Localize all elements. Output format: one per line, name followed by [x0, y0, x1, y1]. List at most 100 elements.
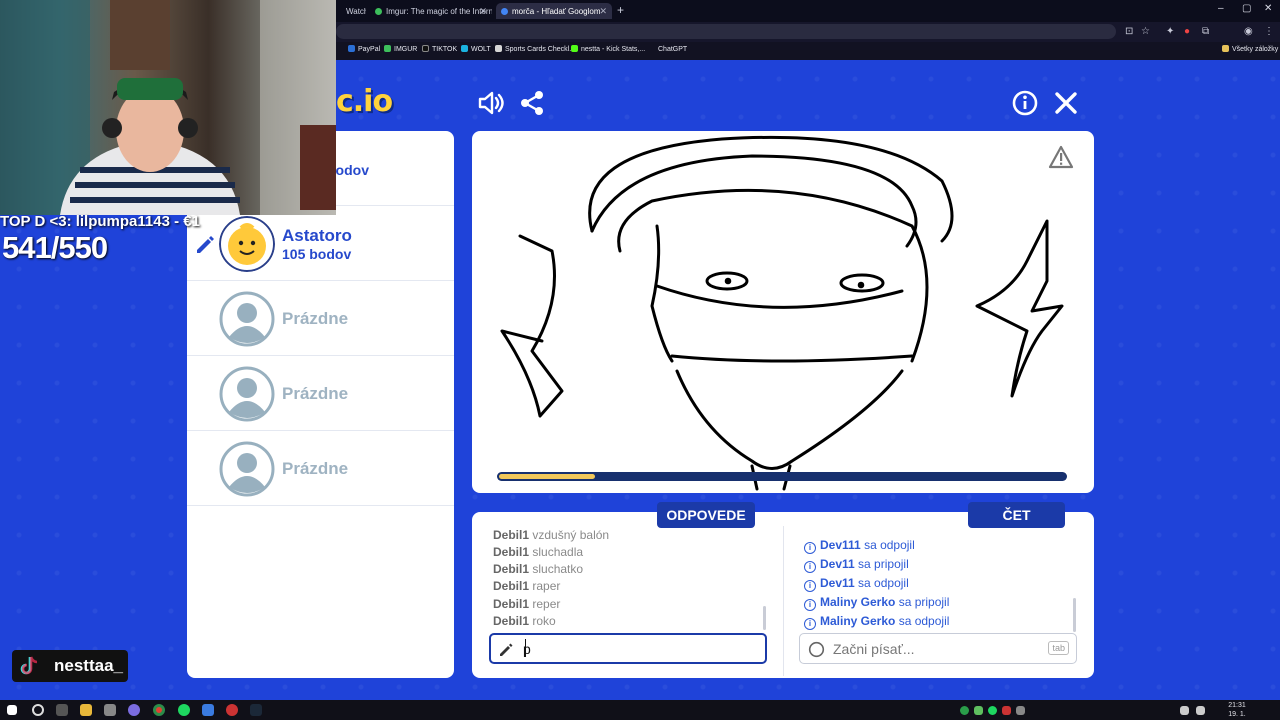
bookmark-paypal[interactable]: PayPal	[348, 45, 380, 53]
panel-divider	[783, 526, 784, 676]
answer-item: Debil1 raper	[493, 579, 561, 593]
player-row-empty: Prázdne	[187, 356, 454, 431]
system-clock[interactable]: 21:31 19. 1. 2026	[1220, 701, 1254, 720]
drawing-strokes	[500, 135, 1064, 491]
bookmark-kick-stats[interactable]: nestta - Kick Stats,...	[571, 45, 645, 53]
app-icon[interactable]	[104, 704, 116, 716]
sound-icon[interactable]	[476, 88, 506, 118]
share-icon[interactable]	[517, 88, 547, 118]
spotify-icon[interactable]	[178, 704, 190, 716]
chat-item: i Maliny Gerko sa pripojil	[804, 595, 949, 611]
search-icon[interactable]	[32, 704, 44, 716]
bookmark-wolt[interactable]: WOLT	[461, 45, 491, 53]
drawing-pencil-icon	[197, 236, 214, 253]
extensions-puzzle-icon[interactable]: ⧉	[1202, 26, 1209, 37]
google-favicon-icon	[501, 8, 508, 15]
chat-item: i Dev111 sa odpojil	[804, 538, 915, 554]
file-explorer-icon[interactable]	[80, 704, 92, 716]
bookmark-chatgpt[interactable]: ChatGPT	[648, 45, 687, 53]
minimize-icon[interactable]: –	[1218, 3, 1224, 14]
close-tab-icon[interactable]: ✕	[599, 6, 607, 17]
close-tab-icon[interactable]: ✕	[479, 6, 487, 17]
tray-icon[interactable]	[1002, 706, 1011, 715]
webcam-overlay	[0, 0, 336, 215]
answer-item: Debil1 reper	[493, 597, 561, 611]
bookmark-tiktok[interactable]: TIKTOK	[422, 45, 457, 53]
turn-timer-fill	[499, 474, 595, 479]
pencil-icon	[500, 643, 513, 656]
chat-bubble-icon	[808, 641, 825, 658]
app-icon[interactable]	[128, 704, 140, 716]
drawing-canvas[interactable]	[472, 131, 1094, 493]
player-name: Prázdne	[282, 384, 349, 403]
install-icon[interactable]: ⊡	[1125, 26, 1133, 37]
player-row-empty: Prázdne	[187, 431, 454, 506]
chat-input[interactable]: Začni písať... tab	[799, 633, 1077, 664]
close-icon[interactable]	[1051, 88, 1081, 118]
tray-icon[interactable]	[1016, 706, 1025, 715]
bookmark-imgur[interactable]: IMGUR	[384, 45, 417, 53]
obs-icon[interactable]	[226, 704, 238, 716]
player-name: Prázdne	[282, 309, 349, 328]
answer-item: Debil1 sluchadla	[493, 545, 584, 559]
profile-icon[interactable]: ◉	[1244, 26, 1253, 37]
answers-scrollbar[interactable]	[763, 606, 766, 630]
new-tab-icon[interactable]: +	[617, 3, 624, 17]
tray-icon[interactable]	[988, 706, 997, 715]
bookmark-sports-cards[interactable]: Sports Cards Checkl...	[495, 45, 575, 53]
windows-taskbar	[0, 700, 1280, 720]
tray-icon[interactable]	[960, 706, 969, 715]
tiktok-icon	[20, 656, 38, 675]
player-row-empty: Prázdne	[187, 281, 454, 356]
empty-avatar-icon	[219, 366, 275, 422]
app-icon[interactable]	[202, 704, 214, 716]
chat-item: i Maliny Gerko sa odpojil	[804, 614, 949, 630]
windows-start-icon[interactable]	[7, 705, 17, 715]
answer-input[interactable]: p	[489, 633, 767, 664]
bookmark-star-icon[interactable]: ☆	[1141, 26, 1150, 37]
menu-kebab-icon[interactable]: ⋮	[1264, 26, 1274, 37]
avatar	[219, 216, 275, 272]
extension-icon[interactable]: ✦	[1166, 26, 1174, 37]
text-caret	[525, 639, 526, 657]
turn-timer-bar	[497, 472, 1067, 481]
tiktok-handle-badge: nesttaa_	[12, 650, 128, 682]
browser-tab-active[interactable]: morča - Hľadať Googlom ✕	[496, 3, 612, 19]
all-bookmarks[interactable]: Všetky záložky	[1222, 45, 1278, 53]
top-donator-text: TOP D <3: lilpumpa1143 - €1	[0, 213, 200, 230]
streamer-webcam-image	[0, 0, 336, 215]
chat-input-placeholder: Začni písať...	[833, 641, 915, 657]
info-icon[interactable]	[1010, 88, 1040, 118]
chat-tab[interactable]: ČET	[968, 502, 1065, 528]
address-bar[interactable]	[336, 24, 1116, 39]
browser-tab[interactable]: Imgur: The magic of the Intern ✕	[370, 3, 492, 19]
tab-key-hint: tab	[1048, 641, 1069, 655]
answer-item: Debil1 sluchatko	[493, 562, 584, 576]
chrome-icon[interactable]	[153, 704, 165, 716]
player-row: Astatoro 105 bodov	[187, 206, 454, 281]
maximize-icon[interactable]: ▢	[1242, 3, 1251, 14]
answers-tab[interactable]: ODPOVEDE	[657, 502, 755, 528]
extension-icon[interactable]: ●	[1184, 26, 1190, 37]
chat-scrollbar[interactable]	[1073, 598, 1076, 632]
volume-icon[interactable]	[1196, 706, 1205, 715]
site-logo[interactable]: c.io	[336, 84, 393, 119]
player-name: Prázdne	[282, 459, 349, 478]
imgur-favicon-icon	[375, 8, 382, 15]
close-window-icon[interactable]: ✕	[1264, 3, 1272, 14]
empty-avatar-icon	[219, 441, 275, 497]
empty-avatar-icon	[219, 291, 275, 347]
chat-item: i Dev11 sa odpojil	[804, 576, 909, 592]
tray-icon[interactable]	[974, 706, 983, 715]
player-name: Astatoro	[282, 226, 352, 245]
wifi-icon[interactable]	[1180, 706, 1189, 715]
answers-chat-panel: ODPOVEDE ČET Debil1 vzdušný balón Debil1…	[472, 502, 1094, 678]
player-points: 105 bodov	[282, 246, 352, 262]
answer-item: Debil1 vzdušný balón	[493, 528, 610, 542]
goal-counter: 541/550	[2, 230, 108, 265]
chat-item: i Dev11 sa pripojil	[804, 557, 909, 573]
task-view-icon[interactable]	[56, 704, 68, 716]
answer-item: Debil1 roko	[493, 614, 556, 628]
report-warning-icon[interactable]	[1048, 145, 1074, 169]
steam-icon[interactable]	[250, 704, 262, 716]
